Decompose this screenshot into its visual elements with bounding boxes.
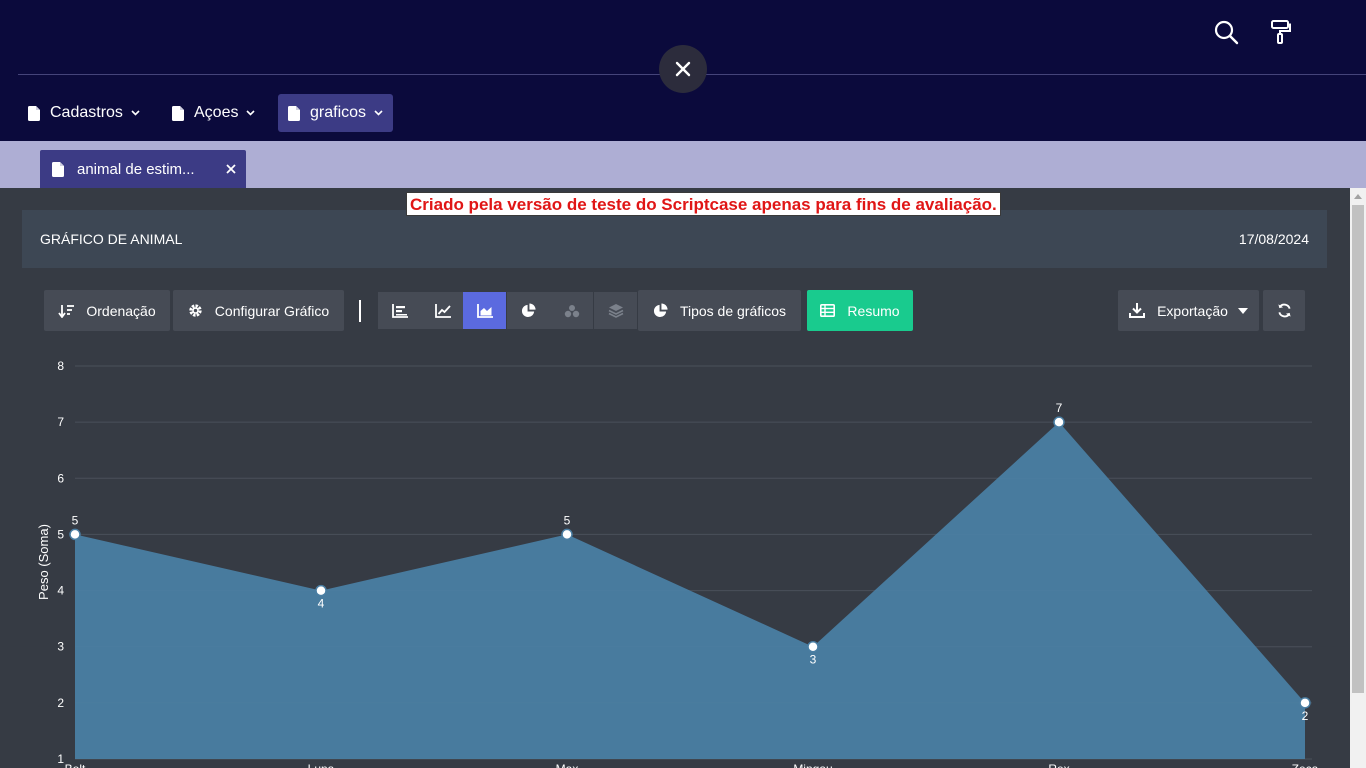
refresh-button[interactable]: [1263, 290, 1305, 331]
ordenacao-button[interactable]: Ordenação: [44, 290, 170, 331]
layers-icon: [608, 304, 623, 318]
panel-header: GRÁFICO DE ANIMAL 17/08/2024: [22, 210, 1327, 268]
menu-acoes-label: Açoes: [194, 104, 239, 121]
menu-graficos[interactable]: graficos: [278, 94, 394, 132]
resumo-label: Resumo: [847, 302, 900, 319]
sort-icon: [58, 304, 75, 318]
gear-icon: [188, 303, 203, 318]
top-header: Cadastros Açoes graficos: [0, 0, 1366, 141]
close-tab-icon[interactable]: [221, 159, 241, 179]
configurar-grafico-button[interactable]: Configurar Gráfico: [173, 290, 344, 331]
table-icon: [820, 304, 836, 317]
panel-title: GRÁFICO DE ANIMAL: [40, 231, 183, 247]
download-icon: [1129, 303, 1146, 318]
exportacao-button[interactable]: Exportação: [1118, 290, 1259, 331]
close-icon: [675, 61, 691, 77]
file-icon: [172, 105, 184, 121]
chevron-down-icon: [246, 110, 256, 116]
menu-graficos-label: graficos: [310, 104, 367, 121]
menu-cadastros[interactable]: Cadastros: [18, 94, 150, 132]
close-menu-button[interactable]: [659, 45, 707, 93]
line-chart-icon: [434, 303, 451, 318]
area-chart-type-button[interactable]: [463, 292, 506, 329]
chevron-down-icon: [131, 110, 140, 116]
exportacao-label: Exportação: [1157, 302, 1228, 319]
menu-acoes[interactable]: Açoes: [162, 94, 265, 132]
bar-chart-type-button[interactable]: [378, 292, 421, 329]
pie-chart-icon: [653, 303, 668, 318]
scroll-up-arrow-icon[interactable]: [1350, 188, 1366, 204]
file-icon: [28, 105, 40, 121]
paint-roller-icon[interactable]: [1264, 16, 1296, 48]
file-icon: [52, 161, 64, 177]
menu-cadastros-label: Cadastros: [50, 104, 123, 121]
pyramid-chart-icon: [564, 304, 579, 317]
tipos-de-graficos-label: Tipos de gráficos: [679, 302, 787, 319]
trial-banner: Criado pela versão de teste do Scriptcas…: [406, 192, 1001, 216]
caret-down-icon: [1237, 307, 1248, 314]
refresh-icon: [1277, 303, 1291, 318]
resumo-button[interactable]: Resumo: [807, 290, 913, 331]
chevron-down-icon: [374, 110, 383, 116]
panel-body: [22, 268, 1327, 768]
search-icon[interactable]: [1210, 16, 1242, 48]
tab-animal-de-estimacao[interactable]: animal de estim...: [40, 150, 246, 188]
pyramid-chart-type-button[interactable]: [550, 292, 593, 329]
tab-label: animal de estim...: [77, 160, 195, 178]
area-chart-icon: [476, 303, 493, 318]
toolbar-separator: [359, 300, 361, 322]
scrollbar-thumb[interactable]: [1352, 205, 1364, 693]
layers-chart-type-button[interactable]: [594, 292, 637, 329]
pie-chart-type-button[interactable]: [507, 292, 550, 329]
file-icon: [288, 105, 300, 121]
tipos-de-graficos-button[interactable]: Tipos de gráficos: [638, 290, 801, 331]
configurar-grafico-label: Configurar Gráfico: [214, 302, 330, 319]
pie-chart-icon: [521, 303, 536, 318]
panel-date: 17/08/2024: [1238, 231, 1309, 247]
ordenacao-label: Ordenação: [86, 302, 156, 319]
vertical-scrollbar[interactable]: [1350, 188, 1366, 768]
line-chart-type-button[interactable]: [421, 292, 464, 329]
bar-chart-icon: [391, 303, 408, 318]
